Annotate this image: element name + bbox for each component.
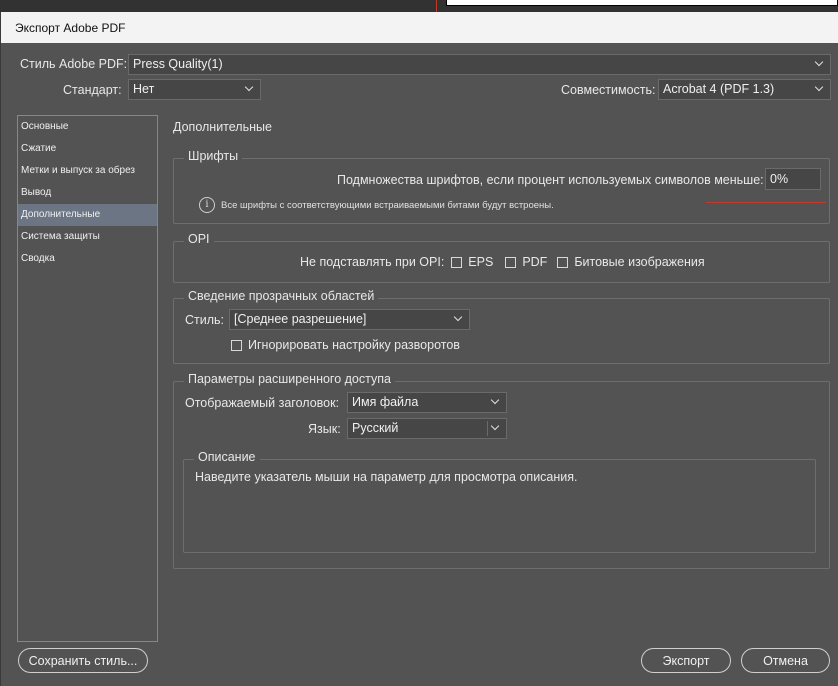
- language-label: Язык:: [308, 422, 341, 436]
- opi-eps-label: EPS: [468, 255, 494, 269]
- opi-pdf-label: PDF: [522, 255, 548, 269]
- cancel-button[interactable]: Отмена: [741, 648, 830, 673]
- font-embed-note: Все шрифты с соответствующими встраиваем…: [221, 200, 554, 211]
- sidebar-item-summary[interactable]: Сводка: [18, 248, 157, 270]
- chevron-down-icon: [814, 58, 826, 70]
- standard-value: Нет: [133, 82, 155, 96]
- export-pdf-dialog: Экспорт Adobe PDF Стиль Adobe PDF: Press…: [0, 12, 838, 686]
- opi-bitmap-checkbox[interactable]: [557, 256, 569, 268]
- pdf-style-label: Стиль Adobe PDF:: [20, 57, 128, 71]
- language-value: Русский: [352, 421, 399, 435]
- chevron-down-icon: [453, 313, 465, 325]
- standard-label: Стандарт:: [63, 83, 122, 97]
- language-select[interactable]: Русский: [347, 418, 507, 439]
- fonts-group: Шрифты Подмножества шрифтов, если процен…: [173, 149, 830, 224]
- combo-divider: [487, 421, 488, 436]
- pdf-style-select[interactable]: Press Quality(1): [128, 54, 831, 75]
- flattener-style-label: Стиль:: [185, 313, 225, 327]
- fonts-group-title: Шрифты: [184, 149, 243, 163]
- ignore-spread-label: Игнорировать настройку разворотов: [248, 338, 460, 352]
- compatibility-label: Совместимость:: [561, 83, 656, 97]
- opi-eps-checkbox[interactable]: [451, 256, 463, 268]
- opi-group: OPI Не подставлять при OPI: EPS PDF Бито…: [173, 232, 830, 283]
- chevron-down-icon: [490, 396, 502, 408]
- description-title: Описание: [194, 450, 260, 464]
- flattener-style-select[interactable]: [Среднее разрешение]: [229, 309, 470, 330]
- transparency-group-title: Сведение прозрачных областей: [184, 289, 379, 303]
- background-app-strip: [0, 0, 838, 12]
- opi-omit-label: Не подставлять при OPI:: [300, 255, 445, 269]
- accessibility-group-title: Параметры расширенного доступа: [184, 372, 395, 386]
- category-sidebar: Основные Сжатие Метки и выпуск за обрез …: [17, 115, 158, 642]
- compatibility-select[interactable]: Acrobat 4 (PDF 1.3): [658, 79, 831, 100]
- description-text: Наведите указатель мыши на параметр для …: [195, 470, 578, 484]
- description-group: Описание Наведите указатель мыши на пара…: [183, 450, 816, 553]
- sidebar-item-marks-bleeds[interactable]: Метки и выпуск за обрез: [18, 160, 157, 182]
- sidebar-item-general[interactable]: Основные: [18, 116, 157, 138]
- sidebar-item-compression[interactable]: Сжатие: [18, 138, 157, 160]
- background-document-edge: [446, 0, 838, 6]
- export-button[interactable]: Экспорт: [641, 648, 731, 673]
- flattener-style-value: [Среднее разрешение]: [234, 312, 367, 326]
- display-title-label: Отображаемый заголовок:: [185, 396, 340, 410]
- display-title-select[interactable]: Имя файла: [347, 392, 507, 413]
- dialog-title: Экспорт Adobe PDF: [1, 12, 838, 43]
- chevron-down-icon: [814, 83, 826, 95]
- font-subset-input[interactable]: 0%: [765, 168, 821, 190]
- sidebar-item-output[interactable]: Вывод: [18, 182, 157, 204]
- opi-group-title: OPI: [184, 232, 214, 246]
- sidebar-item-advanced[interactable]: Дополнительные: [18, 204, 157, 226]
- transparency-group: Сведение прозрачных областей Стиль: [Сре…: [173, 289, 830, 364]
- panel-title: Дополнительные: [173, 120, 272, 134]
- standard-select[interactable]: Нет: [128, 79, 261, 100]
- display-title-value: Имя файла: [352, 395, 419, 409]
- chevron-down-icon: [490, 422, 502, 434]
- ignore-spread-checkbox[interactable]: [231, 339, 242, 351]
- accessibility-group: Параметры расширенного доступа Отображае…: [173, 372, 830, 569]
- sidebar-item-security[interactable]: Система защиты: [18, 226, 157, 248]
- chevron-down-icon: [244, 83, 256, 95]
- save-style-button[interactable]: Сохранить стиль...: [18, 648, 148, 673]
- compatibility-value: Acrobat 4 (PDF 1.3): [663, 82, 775, 96]
- font-subset-label: Подмножества шрифтов, если процент испол…: [337, 173, 764, 187]
- marker-underline: [706, 202, 826, 203]
- opi-bitmap-label: Битовые изображения: [574, 255, 705, 269]
- background-guide-line: [436, 0, 437, 12]
- opi-pdf-checkbox[interactable]: [505, 256, 517, 268]
- pdf-style-value: Press Quality(1): [133, 57, 223, 71]
- info-icon: [199, 197, 215, 213]
